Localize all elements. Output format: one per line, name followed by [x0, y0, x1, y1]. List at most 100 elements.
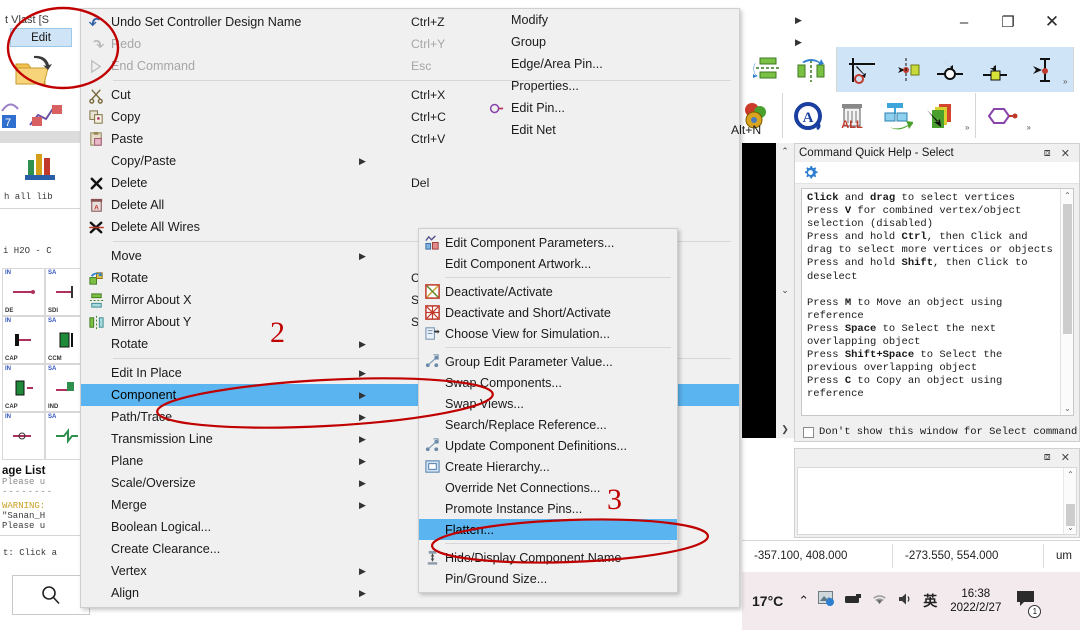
edit-pin-icon[interactable] — [979, 95, 1023, 137]
submenu-item-edit-component-parameters[interactable]: Edit Component Parameters... — [419, 232, 677, 253]
submenu-item-edit-component-artwork[interactable]: Edit Component Artwork... — [419, 253, 677, 274]
component-submenu[interactable]: Edit Component Parameters... Edit Compone… — [418, 228, 678, 593]
library-chart-icon[interactable] — [24, 150, 58, 187]
toolbar-overflow-3[interactable]: » — [1023, 123, 1033, 132]
menu-item-no-icon — [481, 119, 511, 141]
photos-icon[interactable] — [818, 591, 835, 611]
select-layer-icon[interactable] — [918, 95, 962, 137]
toolbar-overflow-2[interactable]: » — [962, 123, 972, 132]
dont-show-checkbox[interactable] — [803, 426, 814, 438]
snap-to-object-icon[interactable] — [972, 49, 1016, 91]
library-symbol-grid[interactable]: IN DE SA SDI IN CAP SA CCM IN CAP SA IND… — [2, 268, 88, 460]
submenu-item-update-component-definitions[interactable]: Update Component Definitions... — [419, 435, 677, 456]
ime-indicator[interactable]: 英 — [923, 591, 937, 611]
menu-item-copy[interactable]: Copy Ctrl+C — [81, 106, 739, 128]
menu-item-delete[interactable]: Delete Del — [81, 172, 739, 194]
toolbar-group-pin[interactable]: » — [976, 93, 1036, 138]
submenu-item-deactivate-and-short-activate[interactable]: Deactivate and Short/Activate — [419, 302, 677, 323]
menu-item-cut[interactable]: Cut Ctrl+X — [81, 84, 739, 106]
submenu-item-override-net-connections[interactable]: Override Net Connections... — [419, 477, 677, 498]
restore-pane-icon[interactable]: ⧈ — [1039, 451, 1056, 464]
weather-temperature[interactable]: 17°C — [752, 593, 783, 609]
menu-item-undo-set-controller-design-name[interactable]: Undo Set Controller Design Name Ctrl+Z — [81, 11, 739, 33]
toolbar-overflow-1[interactable]: » — [1060, 77, 1070, 86]
delete-all-icon[interactable]: ALL — [830, 95, 874, 137]
tray-clock[interactable]: 16:38 2022/2/27 — [950, 587, 1001, 615]
library-tree-item[interactable]: i H2O - C — [3, 246, 52, 256]
mirror-about-x-icon[interactable] — [745, 49, 789, 91]
search-input[interactable] — [12, 575, 90, 615]
library-cell[interactable]: IN CAP — [2, 316, 45, 364]
submenu-item-choose-view-for-simulation[interactable]: Choose View for Simulation... — [419, 323, 677, 344]
update-definitions-icon — [425, 438, 439, 452]
wifi-icon[interactable] — [871, 592, 888, 611]
open-folder-icon[interactable] — [8, 50, 52, 90]
chevron-right-icon[interactable]: ❯ — [781, 424, 789, 435]
chevron-up-icon[interactable]: ⌃ — [798, 593, 809, 609]
toolbar-area: » A ALL » » — [742, 47, 1080, 143]
scroll-down-arrow[interactable]: ⌄ — [1061, 402, 1073, 415]
menu-item-paste[interactable]: Paste Ctrl+V — [81, 128, 739, 150]
toolbar-group-snap[interactable]: » — [837, 47, 1075, 92]
menu-item-no-icon — [81, 245, 111, 267]
submenu-item-pin-ground-size[interactable]: Pin/Ground Size... — [419, 568, 677, 589]
close-icon[interactable]: ✕ — [1056, 451, 1075, 464]
restore-pane-icon[interactable]: ⧈ — [1039, 147, 1056, 160]
menu-item-properties[interactable]: Properties... — [481, 75, 603, 97]
scroll-down-arrow[interactable]: ⌄ — [1064, 521, 1077, 534]
tray-date: 2022/2/27 — [950, 602, 1002, 614]
submenu-item-hide-display-component-name[interactable]: Hide/Display Component Name — [419, 547, 677, 568]
close-button[interactable]: ✕ — [1030, 8, 1074, 36]
restore-view-icon[interactable] — [874, 95, 918, 137]
volume-icon[interactable] — [897, 592, 914, 611]
menu-item-edit-pin[interactable]: Edit Pin... — [481, 97, 603, 119]
menu-item-modify[interactable]: Modify ▶ — [481, 9, 802, 31]
library-cell[interactable]: IN CAP — [2, 364, 45, 412]
tab-edit[interactable]: Edit — [10, 28, 72, 47]
menu-item-edit-net[interactable]: Edit Net Alt+N — [481, 119, 761, 141]
dont-show-checkbox-row[interactable]: Don't show this window for Select comman… — [803, 426, 1077, 438]
end-command-icon — [90, 59, 101, 73]
submenu-item-swap-components[interactable]: Swap Components... — [419, 372, 677, 393]
menu-item-end-command[interactable]: End Command Esc — [81, 55, 739, 77]
library-cell[interactable]: IN — [2, 412, 45, 460]
lower-dock-scrollbar[interactable]: ⌃ ⌄ — [1063, 468, 1076, 534]
submenu-item-swap-views[interactable]: Swap Views... — [419, 393, 677, 414]
menu-item-redo[interactable]: Redo Ctrl+Y — [81, 33, 739, 55]
dock-collapse-column[interactable]: ⌃ ⌄ ❯ — [776, 143, 794, 438]
snap-to-pin-icon[interactable] — [884, 49, 928, 91]
menu-item-label: Delete — [111, 176, 148, 190]
submenu-item-group-edit-parameter-value[interactable]: Group Edit Parameter Value... — [419, 351, 677, 372]
menu-item-group[interactable]: Group ▶ — [481, 31, 802, 53]
mirror-about-y-icon[interactable] — [789, 49, 833, 91]
help-panel-scrollbar[interactable]: ⌃ ⌄ — [1060, 189, 1073, 415]
snap-to-vertex-icon[interactable] — [928, 49, 972, 91]
delete-all-wires-icon — [88, 221, 104, 233]
snap-to-edge-icon[interactable] — [1016, 49, 1060, 91]
notifications-icon[interactable]: 1 — [1016, 589, 1042, 618]
scroll-up-arrow[interactable]: ⌃ — [1061, 189, 1073, 202]
toolbar-group-edit-ops[interactable]: A ALL » — [783, 93, 977, 138]
submenu-item-promote-instance-pins[interactable]: Promote Instance Pins... — [419, 498, 677, 519]
submenu-item-deactivate-activate[interactable]: Deactivate/Activate — [419, 281, 677, 302]
toolbar-group-mirror[interactable] — [742, 47, 837, 92]
annotate-icon[interactable]: A — [786, 95, 830, 137]
minimize-button[interactable]: – — [942, 8, 986, 36]
menu-item-edge-area-pin[interactable]: Edge/Area Pin... — [481, 53, 603, 75]
chevron-up-icon[interactable]: ⌃ — [781, 146, 789, 157]
chevron-down-icon[interactable]: ⌄ — [781, 285, 789, 296]
close-icon[interactable]: ✕ — [1056, 147, 1075, 160]
measure-distance-icon[interactable] — [840, 49, 884, 91]
scroll-thumb[interactable] — [1063, 204, 1072, 334]
submenu-item-create-hierarchy[interactable]: Create Hierarchy... — [419, 456, 677, 477]
submenu-item-search-replace-reference[interactable]: Search/Replace Reference... — [419, 414, 677, 435]
submenu-item-flatten[interactable]: Flatten... — [419, 519, 677, 540]
network-adapter-icon[interactable] — [844, 592, 862, 611]
scroll-up-arrow[interactable]: ⌃ — [1064, 468, 1077, 481]
maximize-button[interactable]: ❐ — [986, 8, 1030, 36]
library-cell[interactable]: IN DE — [2, 268, 45, 316]
project-tab-label[interactable]: t Vlast [S — [5, 14, 49, 26]
menu-item-copy-paste[interactable]: Copy/Paste ▶ — [81, 150, 739, 172]
menu-item-label: Boolean Logical... — [111, 520, 212, 534]
menu-item-delete-all[interactable]: A Delete All — [81, 194, 739, 216]
